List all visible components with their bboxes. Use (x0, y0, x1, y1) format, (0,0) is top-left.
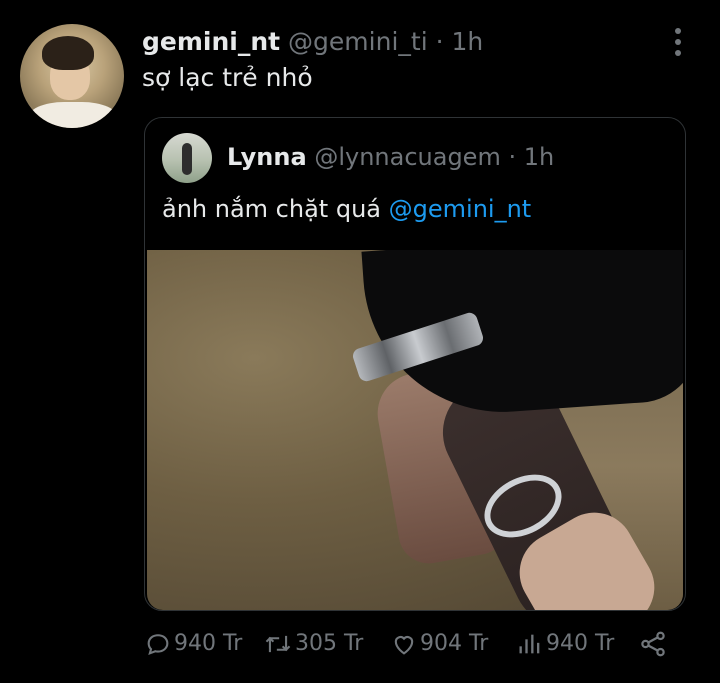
tweet-text: sợ lạc trẻ nhỏ (142, 63, 313, 92)
like-icon (394, 636, 414, 655)
action-bar: 940 Tr 305 Tr 904 Tr 940 Tr (140, 624, 700, 664)
display-name[interactable]: gemini_nt (142, 27, 280, 56)
views-button[interactable]: 940 Tr (516, 624, 614, 664)
handle[interactable]: @gemini_ti (288, 27, 428, 56)
more-options-button[interactable] (662, 24, 694, 60)
timestamp[interactable]: 1h (452, 27, 484, 56)
avatar[interactable] (20, 24, 124, 128)
reply-count: 940 Tr (174, 631, 243, 656)
share-icon (641, 631, 665, 657)
tweet[interactable]: gemini_nt @gemini_ti · 1h sợ lạc trẻ nhỏ… (0, 0, 720, 683)
share-button[interactable] (638, 629, 668, 659)
quoted-display-name[interactable]: Lynna (227, 143, 307, 171)
tweet-header: gemini_nt @gemini_ti · 1h (142, 26, 483, 58)
quoted-separator: · (508, 143, 517, 171)
quoted-handle[interactable]: @lynnacuagem (314, 143, 501, 171)
quoted-photo[interactable] (147, 250, 683, 610)
quoted-avatar[interactable] (162, 133, 212, 183)
quoted-text-body: ảnh nắm chặt quá (162, 195, 381, 223)
reply-button[interactable]: 940 Tr (144, 624, 242, 664)
separator: · (435, 27, 444, 56)
quoted-timestamp[interactable]: 1h (524, 143, 554, 171)
like-count: 904 Tr (420, 631, 489, 656)
reply-icon (147, 634, 169, 656)
quoted-text: ảnh nắm chặt quá @gemini_nt (162, 193, 531, 225)
views-icon (519, 634, 540, 654)
more-vertical-icon (675, 28, 681, 34)
retweet-count: 305 Tr (295, 631, 364, 656)
quoted-header: Lynna @lynnacuagem · 1h (227, 142, 554, 172)
views-count: 940 Tr (546, 631, 615, 656)
like-button[interactable]: 904 Tr (390, 624, 488, 664)
quoted-tweet[interactable]: Lynna @lynnacuagem · 1h ảnh nắm chặt quá… (144, 117, 686, 611)
mention-link[interactable]: @gemini_nt (389, 195, 532, 223)
retweet-icon (265, 635, 291, 653)
retweet-button[interactable]: 305 Tr (263, 624, 363, 664)
